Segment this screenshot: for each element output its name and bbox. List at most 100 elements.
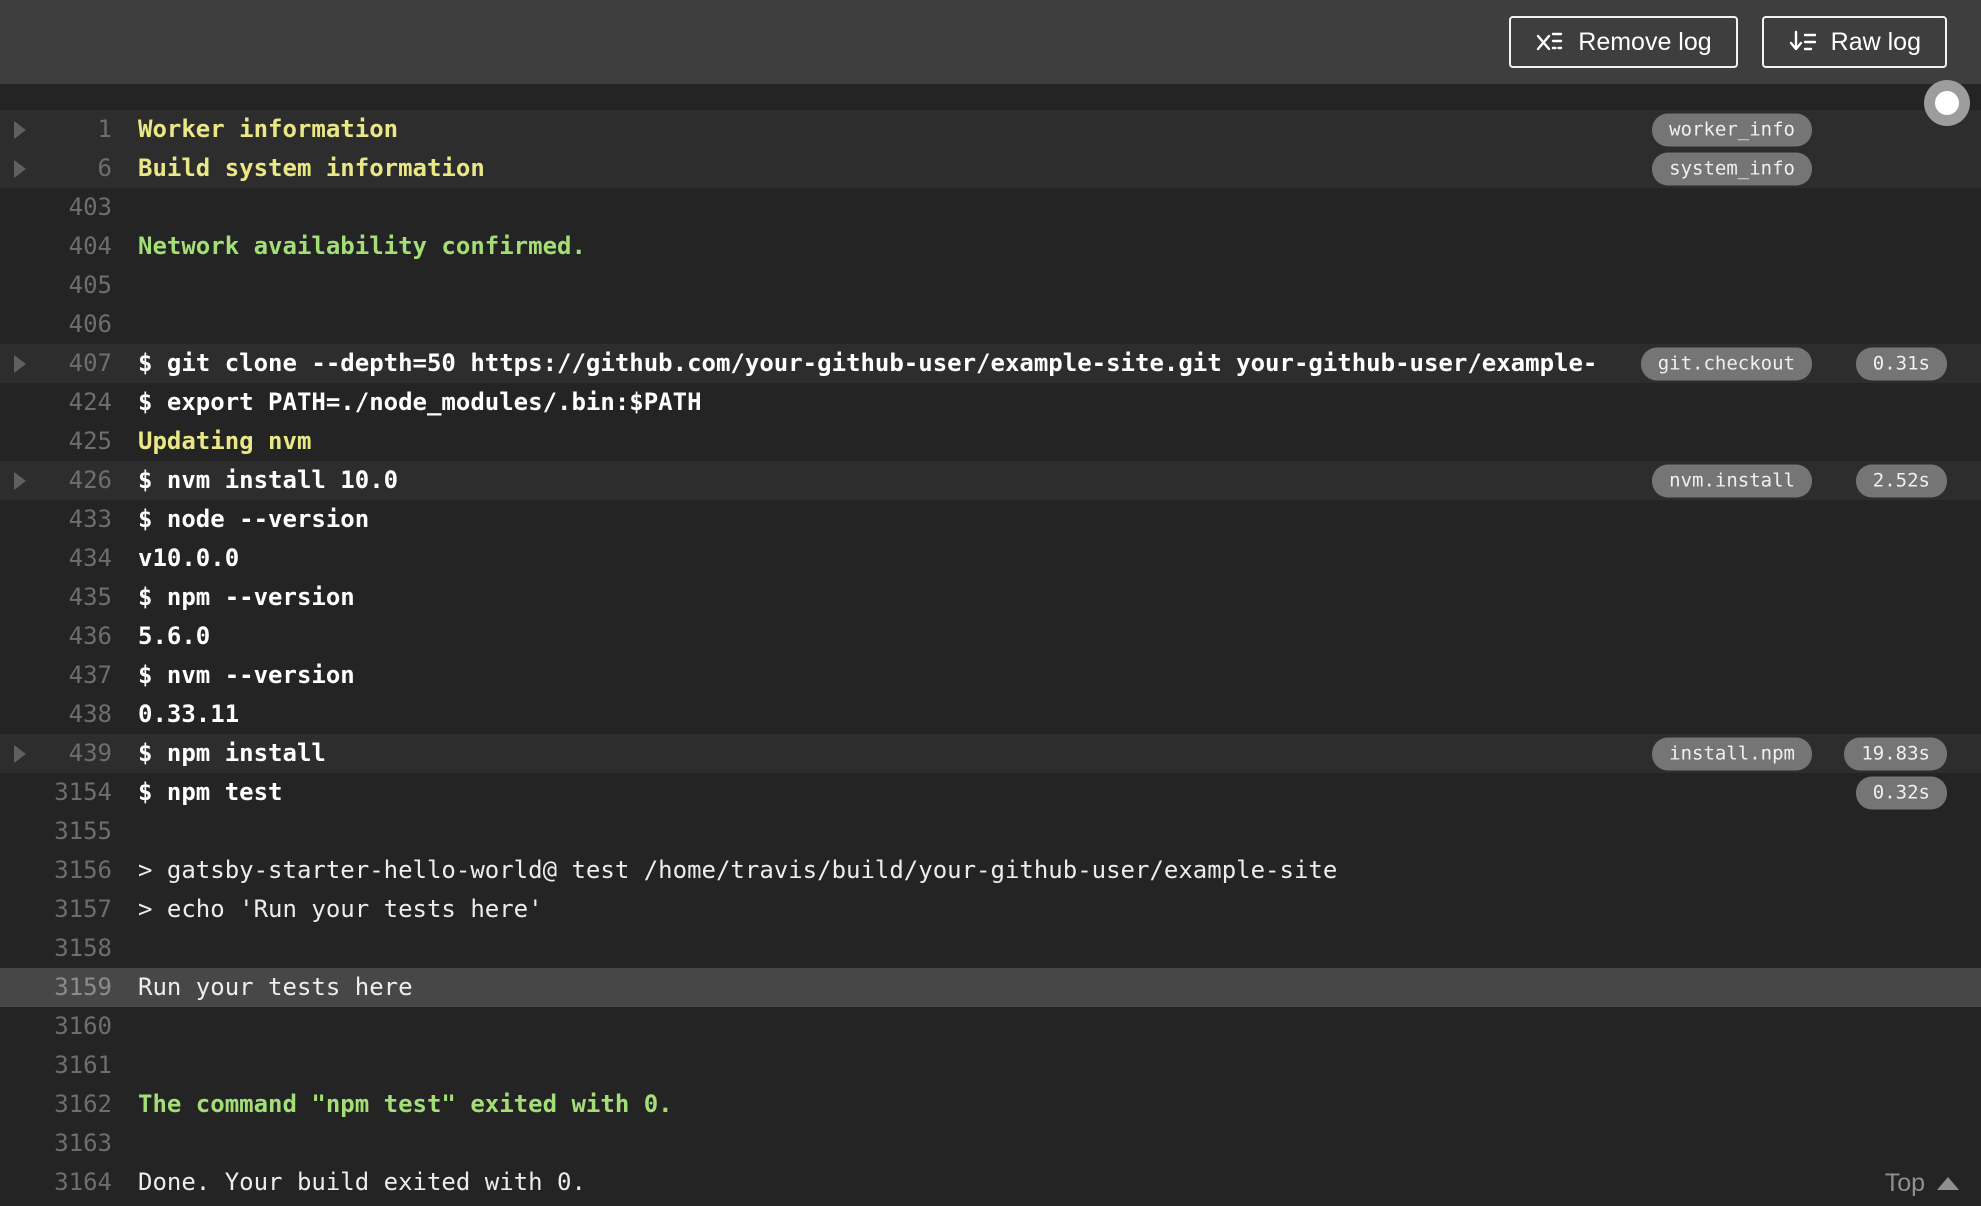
log-line-text: $ npm install: [138, 739, 326, 767]
line-number-link[interactable]: 3155: [46, 812, 112, 851]
line-number-link[interactable]: 404: [46, 227, 112, 266]
log-row: 425 Updating nvm: [0, 422, 1981, 461]
fold-toggle-icon[interactable]: [14, 120, 26, 139]
log-line-text: $ npm --version: [138, 583, 355, 611]
fold-toggle-icon[interactable]: [14, 159, 26, 178]
log-line-text: > echo 'Run your tests here': [138, 895, 543, 923]
log-row: 3163: [0, 1124, 1981, 1163]
fold-gutter: [0, 159, 46, 178]
remove-log-label: Remove log: [1578, 27, 1712, 56]
line-number-link[interactable]: 435: [46, 578, 112, 617]
duration-badge: 2.52s: [1855, 464, 1947, 497]
line-number-link[interactable]: 434: [46, 539, 112, 578]
caret-up-icon: [1937, 1177, 1959, 1190]
log-row: 433 $ node --version: [0, 500, 1981, 539]
log-row: 405: [0, 266, 1981, 305]
line-number-link[interactable]: 436: [46, 617, 112, 656]
line-number-link[interactable]: 424: [46, 383, 112, 422]
fold-toggle-icon[interactable]: [14, 471, 26, 490]
log-row: 434 v10.0.0: [0, 539, 1981, 578]
line-number-link[interactable]: 6: [46, 149, 112, 188]
log-line-text: $ export PATH=./node_modules/.bin:$PATH: [138, 388, 702, 416]
log-row: 3154 $ npm test 0.32s: [0, 773, 1981, 812]
line-number-link[interactable]: 425: [46, 422, 112, 461]
line-number-link[interactable]: 3158: [46, 929, 112, 968]
fold-name-badge: git.checkout: [1640, 347, 1812, 380]
log-row: 3158: [0, 929, 1981, 968]
log-line-text: Worker information: [138, 115, 399, 143]
log-line-text: 0.33.11: [138, 700, 240, 728]
log-row: 404 Network availability confirmed.: [0, 227, 1981, 266]
fold-toggle-icon[interactable]: [14, 354, 26, 373]
duration-badge: 19.83s: [1844, 737, 1947, 770]
log-line-text: $ npm test: [138, 778, 283, 806]
log-row: 439 $ npm install install.npm 19.83s: [0, 734, 1981, 773]
line-number-link[interactable]: 1: [46, 110, 112, 149]
fold-name-badge: nvm.install: [1652, 464, 1812, 497]
log-line-text: The command "npm test" exited with 0.: [138, 1090, 673, 1118]
log-line-text: > gatsby-starter-hello-world@ test /home…: [138, 856, 1338, 884]
log-line-text: Network availability confirmed.: [138, 232, 586, 260]
log-row: 3160: [0, 1007, 1981, 1046]
log-row: 3155: [0, 812, 1981, 851]
log-row: 1 Worker information worker_info: [0, 110, 1981, 149]
log-row: 3156 > gatsby-starter-hello-world@ test …: [0, 851, 1981, 890]
back-to-top-link[interactable]: Top: [1885, 1169, 1959, 1198]
line-number-link[interactable]: 426: [46, 461, 112, 500]
log-line-text: $ git clone --depth=50 https://github.co…: [138, 349, 1598, 377]
log-row: 406: [0, 305, 1981, 344]
log-row: 435 $ npm --version: [0, 578, 1981, 617]
line-number-link[interactable]: 407: [46, 344, 112, 383]
log-row: 6 Build system information system_info: [0, 149, 1981, 188]
line-number-link[interactable]: 433: [46, 500, 112, 539]
line-number-link[interactable]: 406: [46, 305, 112, 344]
log-row: 424 $ export PATH=./node_modules/.bin:$P…: [0, 383, 1981, 422]
raw-log-icon: [1788, 28, 1816, 56]
line-number-link[interactable]: 437: [46, 656, 112, 695]
duration-badge: 0.32s: [1855, 776, 1947, 809]
log-line-text: Build system information: [138, 154, 485, 182]
line-number-link[interactable]: 3161: [46, 1046, 112, 1085]
raw-log-label: Raw log: [1830, 27, 1921, 56]
log-row: 3164 Done. Your build exited with 0.: [0, 1163, 1981, 1202]
line-number-link[interactable]: 3156: [46, 851, 112, 890]
log-line-text: Done. Your build exited with 0.: [138, 1168, 586, 1196]
log-row: 403: [0, 188, 1981, 227]
fold-name-badge: install.npm: [1652, 737, 1812, 770]
line-number-link[interactable]: 3162: [46, 1085, 112, 1124]
line-number-link[interactable]: 3163: [46, 1124, 112, 1163]
log-line-text: $ nvm install 10.0: [138, 466, 399, 494]
raw-log-button[interactable]: Raw log: [1761, 16, 1947, 68]
line-number-link[interactable]: 3159: [46, 968, 112, 1007]
line-number-link[interactable]: 3157: [46, 890, 112, 929]
fold-gutter: [0, 471, 46, 490]
duration-badge: 0.31s: [1855, 347, 1947, 380]
log-line-text: v10.0.0: [138, 544, 240, 572]
fold-name-badge: worker_info: [1652, 113, 1812, 146]
log-line-text: $ node --version: [138, 505, 370, 533]
log-line-text: Updating nvm: [138, 427, 312, 455]
fold-gutter: [0, 354, 46, 373]
log-lines-container: 1 Worker information worker_info 6 Build…: [0, 84, 1981, 1202]
log-row: 3161: [0, 1046, 1981, 1085]
log-row: 437 $ nvm --version: [0, 656, 1981, 695]
line-number-link[interactable]: 405: [46, 266, 112, 305]
log-row: 426 $ nvm install 10.0 nvm.install 2.52s: [0, 461, 1981, 500]
line-number-link[interactable]: 439: [46, 734, 112, 773]
scrollbar-thumb[interactable]: [1924, 80, 1970, 126]
line-number-link[interactable]: 3164: [46, 1163, 112, 1202]
log-row: 3162 The command "npm test" exited with …: [0, 1085, 1981, 1124]
remove-log-button[interactable]: Remove log: [1509, 16, 1738, 68]
fold-toggle-icon[interactable]: [14, 744, 26, 763]
log-line-text: Run your tests here: [138, 973, 413, 1001]
back-to-top-label: Top: [1884, 1169, 1925, 1197]
line-number-link[interactable]: 3154: [46, 773, 112, 812]
line-number-link[interactable]: 3160: [46, 1007, 112, 1046]
fold-name-badge: system_info: [1652, 152, 1812, 185]
log-row: 407 $ git clone --depth=50 https://githu…: [0, 344, 1981, 383]
line-number-link[interactable]: 438: [46, 695, 112, 734]
log-row: 3159 Run your tests here: [0, 968, 1981, 1007]
line-number-link[interactable]: 403: [46, 188, 112, 227]
remove-log-icon: [1535, 28, 1563, 56]
log-toolbar: Remove log Raw log: [0, 0, 1981, 84]
